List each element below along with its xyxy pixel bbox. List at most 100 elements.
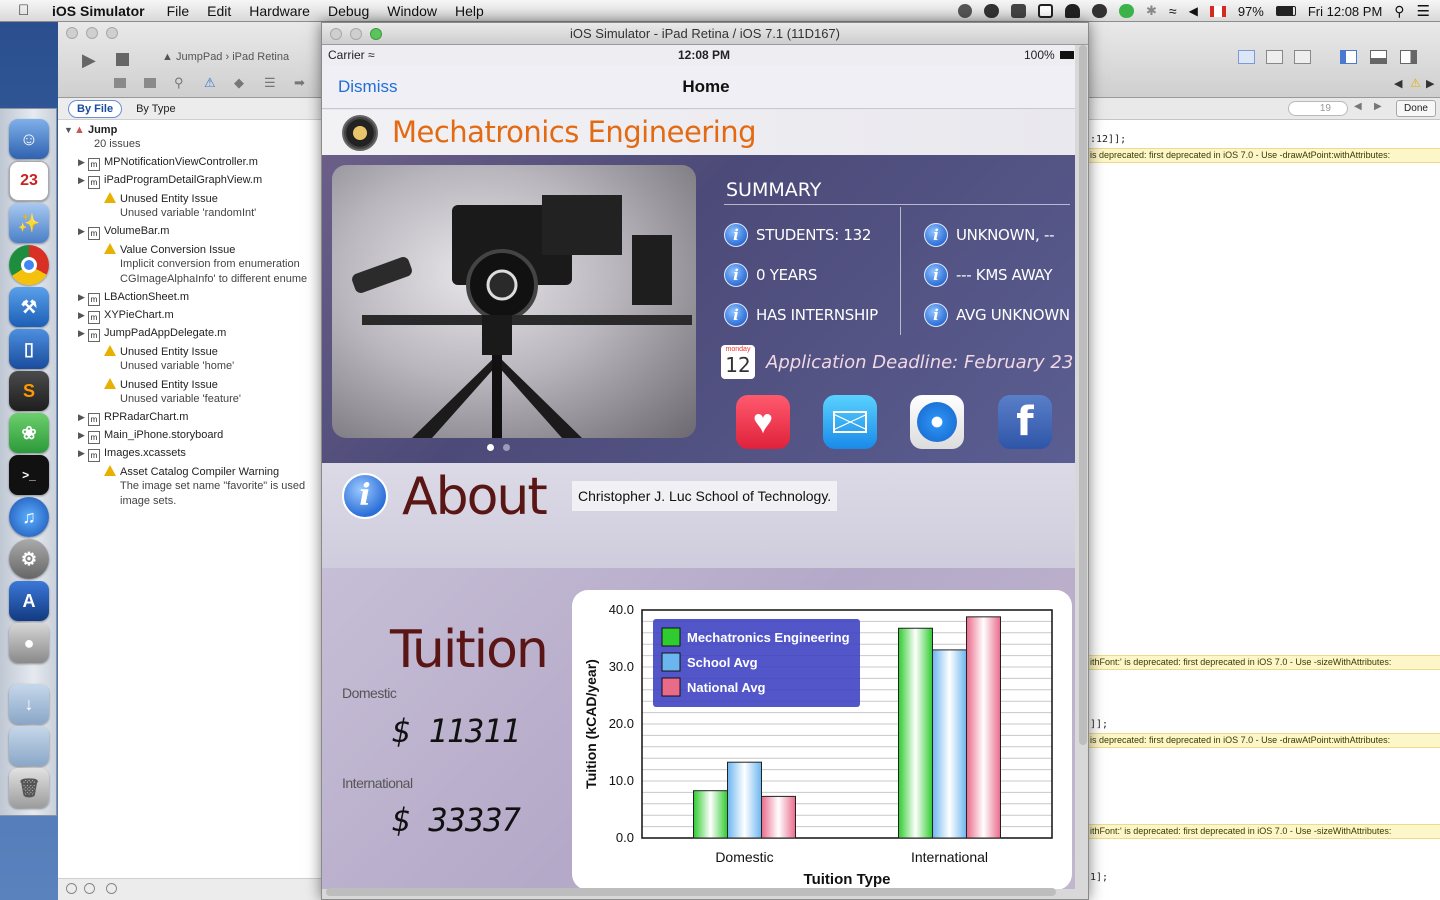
cloud-icon[interactable] xyxy=(1065,4,1080,18)
issue-file-row[interactable]: ▶ m Main_iPhone.storyboard xyxy=(58,429,322,444)
program-photo[interactable] xyxy=(332,165,696,438)
toggle-navigator-icon[interactable] xyxy=(1340,50,1357,64)
disclosure-icon[interactable]: ▶ xyxy=(78,175,88,186)
standard-editor-icon[interactable] xyxy=(1238,50,1255,64)
finder-icon[interactable]: ☺ xyxy=(9,119,49,159)
app-store-icon[interactable]: A xyxy=(9,581,49,621)
wifi-icon[interactable]: ≈ xyxy=(1169,3,1177,19)
previous-issue-icon[interactable]: ◀ xyxy=(1394,77,1402,90)
menu-debug[interactable]: Debug xyxy=(328,3,369,19)
find-previous-icon[interactable]: ◀ xyxy=(1354,101,1362,112)
evernote-icon[interactable] xyxy=(1092,4,1107,18)
issue-detail-row[interactable]: CGImageAlphaInfo' to different enume xyxy=(58,273,322,285)
stop-button[interactable] xyxy=(116,53,129,66)
disclosure-icon[interactable]: ▶ xyxy=(78,430,88,441)
toggle-utilities-icon[interactable] xyxy=(1400,50,1417,64)
issue-warning-row[interactable]: Unused Entity Issue xyxy=(58,192,322,205)
system-preferences-icon[interactable]: ⚙ xyxy=(9,539,49,579)
sim-close-button[interactable] xyxy=(330,28,342,40)
find-count[interactable]: 19 xyxy=(1288,101,1348,116)
disclosure-icon[interactable]: ▶ xyxy=(78,448,88,459)
safari-button[interactable] xyxy=(910,395,964,449)
disclosure-icon[interactable]: ▶ xyxy=(78,310,88,321)
filter-scm-icon[interactable] xyxy=(84,883,95,894)
search-icon[interactable]: ⚲ xyxy=(1394,3,1404,20)
issue-warning-row[interactable]: Asset Catalog Compiler Warning xyxy=(58,465,322,478)
run-button[interactable]: ▶ xyxy=(82,50,96,71)
menu-hardware[interactable]: Hardware xyxy=(249,3,310,19)
preview-icon[interactable]: ✨ xyxy=(9,203,49,243)
ios-simulator-icon[interactable]: ▯ xyxy=(9,329,49,369)
chrome-icon[interactable] xyxy=(9,245,49,285)
issue-file-row[interactable]: ▶ m Images.xcassets xyxy=(58,447,322,462)
issue-warning-row[interactable]: Value Conversion Issue xyxy=(58,243,322,256)
scheme-selector[interactable]: ▲ JumpPad › iPad Retina xyxy=(162,51,289,63)
issue-file-row[interactable]: ▶ m iPadProgramDetailGraphView.m xyxy=(58,174,322,189)
apple-menu-icon[interactable]:  xyxy=(18,2,40,19)
gear-icon[interactable] xyxy=(984,4,999,18)
issue-detail-row[interactable]: image sets. xyxy=(58,495,322,507)
issue-file-row[interactable]: ▶ m VolumeBar.m xyxy=(58,225,322,240)
photo-booth-icon[interactable]: ● xyxy=(9,623,49,663)
tab-by-file[interactable]: By File xyxy=(68,99,123,118)
issue-detail-row[interactable]: The image set name "favorite" is used xyxy=(58,480,322,492)
canada-flag-icon[interactable] xyxy=(1209,5,1226,17)
issue-warning-row[interactable]: Unused Entity Issue xyxy=(58,345,322,358)
version-editor-icon[interactable] xyxy=(1294,50,1311,64)
issue-file-row[interactable]: ▶ m JumpPadAppDelegate.m xyxy=(58,327,322,342)
terminal-icon[interactable]: >_ xyxy=(9,455,49,495)
menu-clock[interactable]: Fri 12:08 PM xyxy=(1308,4,1382,19)
disclosure-icon[interactable]: ▶ xyxy=(78,157,88,168)
debug-navigator-icon[interactable]: ☰ xyxy=(264,75,276,91)
issue-file-row[interactable]: ▶ m LBActionSheet.m xyxy=(58,291,322,306)
disclosure-icon[interactable]: ▶ xyxy=(78,226,88,237)
deprecation-warning[interactable]: ithFont:' is deprecated: first deprecate… xyxy=(1088,655,1440,670)
menu-app-name[interactable]: iOS Simulator xyxy=(52,3,145,19)
issue-project-row[interactable]: ▼▲ Jump xyxy=(58,124,322,136)
vertical-scrollbar[interactable] xyxy=(1079,45,1087,745)
issue-navigator-icon[interactable]: ⚠ xyxy=(204,75,216,91)
trash-icon[interactable]: 🗑 xyxy=(9,768,49,808)
disclosure-icon[interactable]: ▶ xyxy=(78,412,88,423)
menu-help[interactable]: Help xyxy=(455,3,484,19)
volume-icon[interactable]: ◀ xyxy=(1189,4,1198,18)
menu-file[interactable]: File xyxy=(167,3,190,19)
tab-by-type[interactable]: By Type xyxy=(128,101,184,117)
facebook-button[interactable]: f xyxy=(998,395,1052,449)
issue-detail-row[interactable]: Unused variable 'home' xyxy=(58,360,322,372)
symbol-navigator-icon[interactable] xyxy=(144,78,156,88)
evernote-app-icon[interactable]: ❀ xyxy=(9,413,49,453)
downloads-folder-icon[interactable]: ↓ xyxy=(9,684,49,724)
itunes-icon[interactable]: ♫ xyxy=(9,497,49,537)
disclosure-icon[interactable]: ▶ xyxy=(78,328,88,339)
battery-icon[interactable] xyxy=(1275,6,1296,16)
assistant-editor-icon[interactable] xyxy=(1266,50,1283,64)
issue-detail-row[interactable]: Implicit conversion from enumeration xyxy=(58,258,322,270)
code-line[interactable]: :12]]; xyxy=(1090,134,1126,145)
documents-folder-icon[interactable] xyxy=(9,726,49,766)
sync-icon[interactable] xyxy=(1119,4,1134,18)
page-dot-active[interactable] xyxy=(487,444,494,451)
filter-search-icon[interactable] xyxy=(106,883,117,894)
code-line[interactable]: 1]; xyxy=(1090,872,1108,883)
issue-file-row[interactable]: ▶ m RPRadarChart.m xyxy=(58,411,322,426)
deprecation-warning[interactable]: is deprecated: first deprecated in iOS 7… xyxy=(1088,148,1440,163)
project-navigator-icon[interactable] xyxy=(114,78,126,88)
disclosure-icon[interactable]: ▼ xyxy=(64,125,74,135)
notification-icon[interactable] xyxy=(958,4,972,18)
menu-edit[interactable]: Edit xyxy=(207,3,231,19)
test-navigator-icon[interactable]: ◆ xyxy=(234,75,244,91)
issue-file-row[interactable]: ▶ m XYPieChart.m xyxy=(58,309,322,324)
zoom-button[interactable] xyxy=(106,27,118,39)
warning-indicator-icon[interactable]: ⚠ xyxy=(1410,76,1421,90)
issue-detail-row[interactable]: Unused variable 'randomInt' xyxy=(58,207,322,219)
deprecation-warning[interactable]: is deprecated: first deprecated in iOS 7… xyxy=(1088,733,1440,748)
horizontal-scrollbar[interactable] xyxy=(326,888,1056,896)
bluetooth-icon[interactable]: ✱ xyxy=(1146,3,1157,19)
sim-minimize-button[interactable] xyxy=(350,28,362,40)
list-icon[interactable]: ☰ xyxy=(1417,2,1430,20)
code-line[interactable]: ]]; xyxy=(1090,719,1108,730)
deprecation-warning[interactable]: ithFont:' is deprecated: first deprecate… xyxy=(1088,824,1440,839)
sublime-text-icon[interactable]: S xyxy=(9,371,49,411)
battery-percent[interactable]: 97% xyxy=(1238,4,1264,19)
